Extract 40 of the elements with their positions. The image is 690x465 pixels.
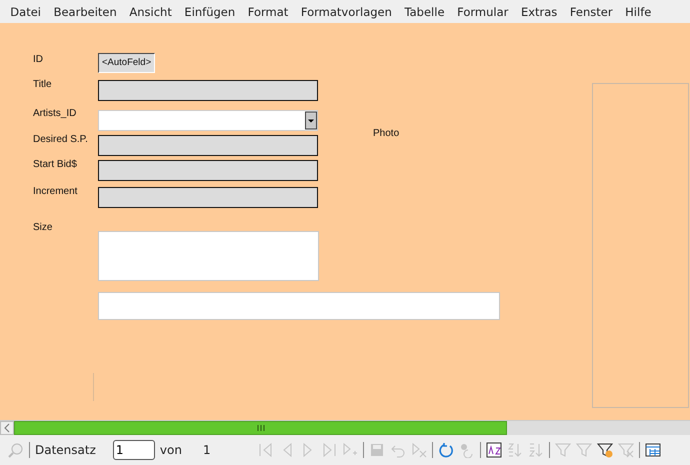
field-label: Title bbox=[33, 79, 52, 90]
record-label: Datensatz bbox=[35, 443, 96, 457]
of-label: von bbox=[160, 443, 182, 457]
menu-item[interactable]: Formatvorlagen bbox=[294, 4, 398, 18]
search-icon[interactable] bbox=[8, 442, 24, 458]
menu-item[interactable]: Bearbeiten bbox=[47, 4, 124, 18]
menu-item[interactable]: Einfügen bbox=[178, 4, 242, 18]
refresh-icon[interactable] bbox=[438, 442, 454, 458]
input-field[interactable] bbox=[98, 187, 318, 208]
input-field[interactable] bbox=[98, 160, 318, 181]
field-label: ID bbox=[33, 54, 43, 65]
input-field[interactable] bbox=[98, 80, 318, 101]
record-count: 1 bbox=[202, 443, 211, 457]
table-icon[interactable] bbox=[644, 442, 661, 458]
standard-filter-icon[interactable] bbox=[596, 442, 613, 458]
menu-item[interactable]: Tabelle bbox=[398, 4, 451, 18]
vertical-line bbox=[93, 373, 94, 401]
field-label: Desired S.P. bbox=[33, 134, 88, 145]
field-label: Artists_ID bbox=[33, 108, 76, 119]
menu-item[interactable]: Extras bbox=[514, 4, 564, 18]
scroll-left-button[interactable] bbox=[0, 421, 14, 435]
menu-item[interactable]: Formular bbox=[450, 4, 515, 18]
input-field[interactable] bbox=[98, 135, 318, 156]
photo-label: Photo bbox=[373, 128, 400, 139]
menu-item[interactable]: Format bbox=[241, 4, 295, 18]
menu-item[interactable]: Ansicht bbox=[123, 4, 178, 18]
record-number-field[interactable]: 1 bbox=[112, 440, 155, 460]
menu-item[interactable]: Fenster bbox=[564, 4, 619, 18]
chevron-left-icon bbox=[3, 423, 11, 433]
menu-item[interactable]: Datei bbox=[4, 4, 48, 18]
autofield-value: <AutoFeld> bbox=[98, 53, 156, 73]
scrollbar-thumb[interactable] bbox=[14, 421, 508, 435]
sort-icon[interactable] bbox=[486, 442, 502, 458]
text-area[interactable] bbox=[98, 231, 319, 281]
grip-icon bbox=[256, 425, 265, 431]
menu-item[interactable]: Hilfe bbox=[618, 4, 658, 18]
field-label: Increment bbox=[33, 186, 78, 197]
field-label: Size bbox=[33, 222, 52, 233]
dropdown-field[interactable] bbox=[98, 110, 318, 131]
field-label: Start Bid$ bbox=[33, 159, 77, 170]
